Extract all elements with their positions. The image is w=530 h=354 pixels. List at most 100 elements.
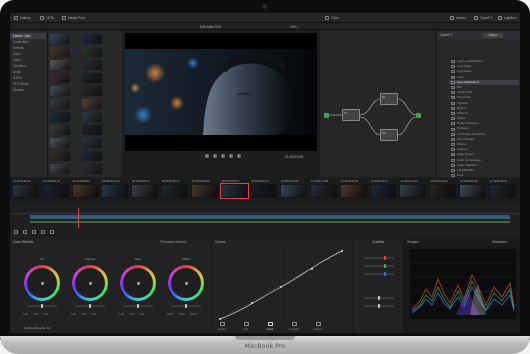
wheels-mode[interactable]: Primaries Wheels xyxy=(160,240,187,244)
openfx-button[interactable]: OpenFX xyxy=(474,15,493,20)
clips-button[interactable]: Clips xyxy=(325,15,339,20)
timeline-clip[interactable] xyxy=(280,184,308,198)
timeline-clip[interactable] xyxy=(369,184,397,198)
wheel-crosshair-icon[interactable] xyxy=(41,282,43,284)
master-wheel-slider[interactable] xyxy=(123,304,153,308)
timeline-clip[interactable] xyxy=(41,184,69,198)
clip-thumbnail[interactable] xyxy=(82,86,102,96)
clip-thumbnail[interactable] xyxy=(50,112,70,122)
clip-thumbnail[interactable] xyxy=(50,138,70,148)
node-01[interactable]: 01 xyxy=(342,109,360,121)
timeline-clip[interactable] xyxy=(310,184,337,198)
waveform-title[interactable]: Waveform xyxy=(492,240,507,244)
page-tab[interactable]: Deliver xyxy=(306,322,330,331)
gallery-button[interactable]: Gallery xyxy=(14,15,31,20)
page-tab[interactable]: Color xyxy=(258,322,282,331)
clip-thumbnail[interactable] xyxy=(82,151,102,161)
timeline-clip[interactable] xyxy=(219,183,249,199)
node-03[interactable]: 03 xyxy=(380,129,398,141)
wheel-value[interactable]: 25.00 xyxy=(179,313,186,316)
color-wheel[interactable] xyxy=(72,265,108,301)
clip-thumbnail[interactable] xyxy=(82,99,102,109)
play-icon[interactable] xyxy=(229,154,233,158)
play-reverse-icon[interactable] xyxy=(213,154,217,158)
timeline-clip[interactable] xyxy=(101,184,129,198)
master-wheel-slider[interactable] xyxy=(75,304,105,308)
nodes-button[interactable]: Nodes xyxy=(450,15,466,20)
clip-thumbnail[interactable] xyxy=(82,138,102,148)
sat-slider[interactable] xyxy=(364,304,394,308)
tracker-icon[interactable] xyxy=(50,230,54,234)
page-tab[interactable]: Fairlight xyxy=(282,322,306,331)
wheel-value[interactable]: 1.00 xyxy=(119,313,124,316)
clip-thumbnail[interactable] xyxy=(82,60,102,70)
color-wheel[interactable] xyxy=(24,265,60,301)
qualifier-icon[interactable] xyxy=(32,230,36,234)
timeline-clip[interactable] xyxy=(459,184,486,198)
wheel-value[interactable]: 25.00 xyxy=(167,313,174,316)
wheel-value[interactable]: 0.00 xyxy=(33,313,38,316)
clip-thumbnail[interactable] xyxy=(50,99,70,109)
master-wheel-slider[interactable] xyxy=(27,304,57,308)
wheel-crosshair-icon[interactable] xyxy=(89,282,91,284)
timeline-clip[interactable] xyxy=(429,184,457,198)
timeline-clip[interactable] xyxy=(488,184,516,198)
wheel-crosshair-icon[interactable] xyxy=(185,282,187,284)
stop-icon[interactable] xyxy=(221,154,225,158)
color-wheel[interactable] xyxy=(120,265,156,301)
timeline-clip[interactable] xyxy=(71,184,99,198)
timeline-clip[interactable] xyxy=(399,184,427,198)
skip-back-icon[interactable] xyxy=(205,154,209,158)
clip-thumbnail[interactable] xyxy=(50,125,70,135)
curve-graph[interactable] xyxy=(212,239,352,333)
green-slider[interactable] xyxy=(364,264,394,268)
wheel-value[interactable]: 0.00 xyxy=(43,313,48,316)
clip-thumbnail[interactable] xyxy=(50,164,70,174)
blue-slider[interactable] xyxy=(364,272,394,276)
clip-thumbnail[interactable] xyxy=(82,34,102,44)
node-output-icon[interactable] xyxy=(416,113,421,118)
clip-thumbnail[interactable] xyxy=(82,47,102,57)
color-wheel[interactable] xyxy=(168,265,204,301)
clip-thumbnail[interactable] xyxy=(82,164,102,174)
bin-item[interactable]: Grades xyxy=(10,87,46,93)
wheel-value[interactable]: 1.00 xyxy=(129,313,134,316)
wheel-value[interactable]: 25.00 xyxy=(190,313,197,316)
window-icon[interactable] xyxy=(41,230,45,234)
clip-thumbnail[interactable] xyxy=(82,125,102,135)
viewer-zoom[interactable]: 44% xyxy=(290,25,297,29)
wheel-value[interactable]: 0.00 xyxy=(91,313,96,316)
clip-thumbnail[interactable] xyxy=(82,73,102,83)
wheel-value[interactable]: 0.00 xyxy=(23,313,28,316)
hue-slider[interactable] xyxy=(364,296,394,300)
wheel-crosshair-icon[interactable] xyxy=(137,282,139,284)
skip-forward-icon[interactable] xyxy=(237,154,241,158)
pointer-icon[interactable] xyxy=(14,230,18,234)
master-wheel-slider[interactable] xyxy=(171,304,201,308)
luts-button[interactable]: LUTs xyxy=(40,15,54,20)
library-item[interactable]: Dent xyxy=(449,173,519,177)
timeline-clip[interactable] xyxy=(250,184,278,198)
timeline-clip[interactable] xyxy=(161,184,188,198)
clip-thumbnail[interactable] xyxy=(50,86,70,96)
node-02[interactable]: 02 xyxy=(380,93,398,105)
wheel-value[interactable]: 0.00 xyxy=(71,313,76,316)
filters-tab[interactable]: Filters xyxy=(483,32,503,38)
clip-thumbnail[interactable] xyxy=(82,112,102,122)
red-slider[interactable] xyxy=(364,256,394,260)
timeline-clip[interactable] xyxy=(190,184,218,198)
clip-thumbnail[interactable] xyxy=(50,60,70,70)
media-pool-button[interactable]: Media Pool xyxy=(62,15,85,20)
clip-thumbnail[interactable] xyxy=(50,151,70,161)
page-tab[interactable]: Edit xyxy=(234,322,258,331)
timeline-clip[interactable] xyxy=(131,184,159,198)
hand-icon[interactable] xyxy=(23,230,27,234)
clip-thumbnail[interactable] xyxy=(50,47,70,57)
timeline-clip[interactable] xyxy=(339,184,367,198)
lightbox-button[interactable]: Lightbox xyxy=(498,15,517,20)
timeline-clip[interactable] xyxy=(12,184,39,198)
wheel-value[interactable]: 0.00 xyxy=(81,313,86,316)
clip-thumbnail[interactable] xyxy=(50,34,70,44)
node-input-icon[interactable] xyxy=(324,113,329,118)
clip-thumbnail[interactable] xyxy=(50,73,70,83)
